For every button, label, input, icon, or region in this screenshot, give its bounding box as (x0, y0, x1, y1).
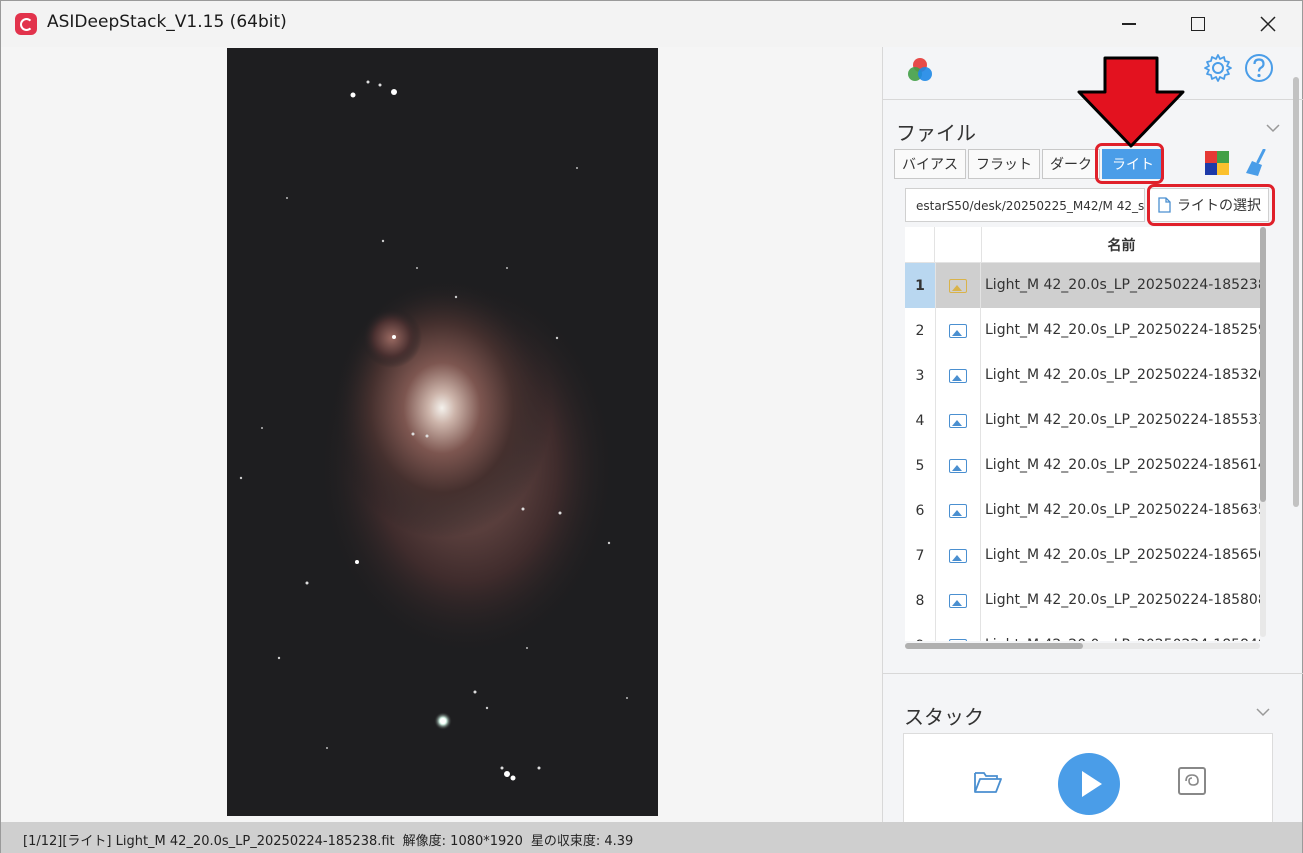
folder-path-field[interactable]: estarS50/desk/20250225_M42/M 42_sub (905, 188, 1145, 222)
table-vertical-scrollbar[interactable] (1260, 227, 1266, 637)
rgb-logo-icon (908, 58, 932, 81)
image-file-icon (949, 548, 967, 563)
galaxy-icon[interactable] (1178, 767, 1206, 795)
maximize-icon (1191, 17, 1205, 31)
row-number: 1 (905, 263, 935, 308)
image-file-icon (949, 278, 967, 293)
app-window: ASIDeepStack_V1.15 (64bit) ファイル バイアス フラッ… (0, 0, 1303, 853)
table-row[interactable]: 9 Light_M 42_20.0s_LP_20250224-185849.fi… (905, 623, 1260, 641)
highlight-box-select (1147, 184, 1275, 226)
maximize-button[interactable] (1163, 1, 1233, 47)
table-row[interactable]: 1 Light_M 42_20.0s_LP_20250224-185238.fi… (905, 263, 1260, 308)
image-file-icon (949, 413, 967, 428)
preview-image (227, 48, 658, 816)
chevron-down-icon[interactable] (1256, 705, 1270, 719)
file-table: 名前 1 Light_M 42_20.0s_LP_20250224-185238… (905, 227, 1260, 641)
gear-icon[interactable] (1203, 53, 1233, 83)
table-row[interactable]: 8 Light_M 42_20.0s_LP_20250224-185808.fi… (905, 578, 1260, 623)
row-number: 2 (905, 308, 935, 353)
status-resolution: 解像度: 1080*1920 (402, 834, 523, 849)
status-file-index: [1/12][ライト] Light_M 42_20.0s_LP_20250224… (23, 834, 395, 849)
close-icon (1260, 16, 1276, 32)
minimize-icon (1122, 23, 1136, 25)
file-name: Light_M 42_20.0s_LP_20250224-185238.fit (981, 263, 1260, 308)
tab-flat[interactable]: フラット (968, 149, 1040, 179)
broom-clear-icon[interactable] (1244, 149, 1270, 177)
stack-section-title: スタック (904, 705, 984, 729)
status-bar: [1/12][ライト] Light_M 42_20.0s_LP_20250224… (1, 822, 1302, 853)
image-file-icon (949, 593, 967, 608)
table-row[interactable]: 2 Light_M 42_20.0s_LP_20250224-185259.fi… (905, 308, 1260, 353)
minimize-button[interactable] (1094, 1, 1164, 47)
file-name: Light_M 42_20.0s_LP_20250224-185849.fit (981, 623, 1260, 641)
start-stack-button[interactable] (1058, 753, 1120, 815)
table-row[interactable]: 4 Light_M 42_20.0s_LP_20250224-185533.fi… (905, 398, 1260, 443)
chevron-down-icon[interactable] (1266, 121, 1280, 135)
scroll-thumb[interactable] (905, 643, 1083, 649)
image-file-icon (949, 503, 967, 518)
image-file-icon (949, 638, 967, 641)
row-number: 6 (905, 488, 935, 533)
file-name: Light_M 42_20.0s_LP_20250224-185656.fit (981, 533, 1260, 578)
section-divider (883, 673, 1303, 674)
open-folder-icon[interactable] (974, 770, 1002, 794)
table-row[interactable]: 7 Light_M 42_20.0s_LP_20250224-185656.fi… (905, 533, 1260, 578)
panel-scrollbar[interactable] (1293, 77, 1299, 507)
row-number: 4 (905, 398, 935, 443)
window-title: ASIDeepStack_V1.15 (64bit) (47, 12, 287, 32)
status-star-convergence: 星の収束度: 4.39 (530, 834, 634, 849)
color-channels-icon[interactable] (1205, 151, 1229, 175)
header-name: 名前 (981, 227, 1260, 263)
file-name: Light_M 42_20.0s_LP_20250224-185635.fit (981, 488, 1260, 533)
image-file-icon (949, 323, 967, 338)
table-row[interactable]: 5 Light_M 42_20.0s_LP_20250224-185614.fi… (905, 443, 1260, 488)
control-panel: ファイル バイアス フラット ダーク ライト estarS50/desk/202… (882, 47, 1303, 823)
row-number: 5 (905, 443, 935, 488)
file-name: Light_M 42_20.0s_LP_20250224-185320.fit (981, 353, 1260, 398)
stack-controls (903, 733, 1273, 823)
row-number: 3 (905, 353, 935, 398)
image-file-icon (949, 458, 967, 473)
row-number: 8 (905, 578, 935, 623)
red-arrow-annotation (1077, 56, 1185, 148)
help-icon[interactable] (1243, 52, 1275, 84)
tab-bias[interactable]: バイアス (894, 149, 966, 179)
app-logo-icon (15, 13, 37, 35)
file-name: Light_M 42_20.0s_LP_20250224-185808.fit (981, 578, 1260, 623)
close-button[interactable] (1233, 1, 1303, 47)
row-number: 7 (905, 533, 935, 578)
file-name: Light_M 42_20.0s_LP_20250224-185614.fit (981, 443, 1260, 488)
table-row[interactable]: 3 Light_M 42_20.0s_LP_20250224-185320.fi… (905, 353, 1260, 398)
table-horizontal-scrollbar[interactable] (905, 643, 1260, 649)
file-section-title: ファイル (896, 121, 976, 145)
table-row[interactable]: 6 Light_M 42_20.0s_LP_20250224-185635.fi… (905, 488, 1260, 533)
tab-dark[interactable]: ダーク (1042, 149, 1100, 179)
image-viewer[interactable] (1, 47, 882, 822)
file-name: Light_M 42_20.0s_LP_20250224-185259.fit (981, 308, 1260, 353)
header-num-cell (905, 227, 935, 263)
highlight-box-tab (1095, 143, 1164, 184)
image-file-icon (949, 368, 967, 383)
table-header: 名前 (905, 227, 1260, 263)
scroll-thumb[interactable] (1260, 227, 1266, 502)
file-name: Light_M 42_20.0s_LP_20250224-185533.fit (981, 398, 1260, 443)
row-number: 9 (905, 623, 935, 641)
title-bar: ASIDeepStack_V1.15 (64bit) (1, 1, 1302, 47)
